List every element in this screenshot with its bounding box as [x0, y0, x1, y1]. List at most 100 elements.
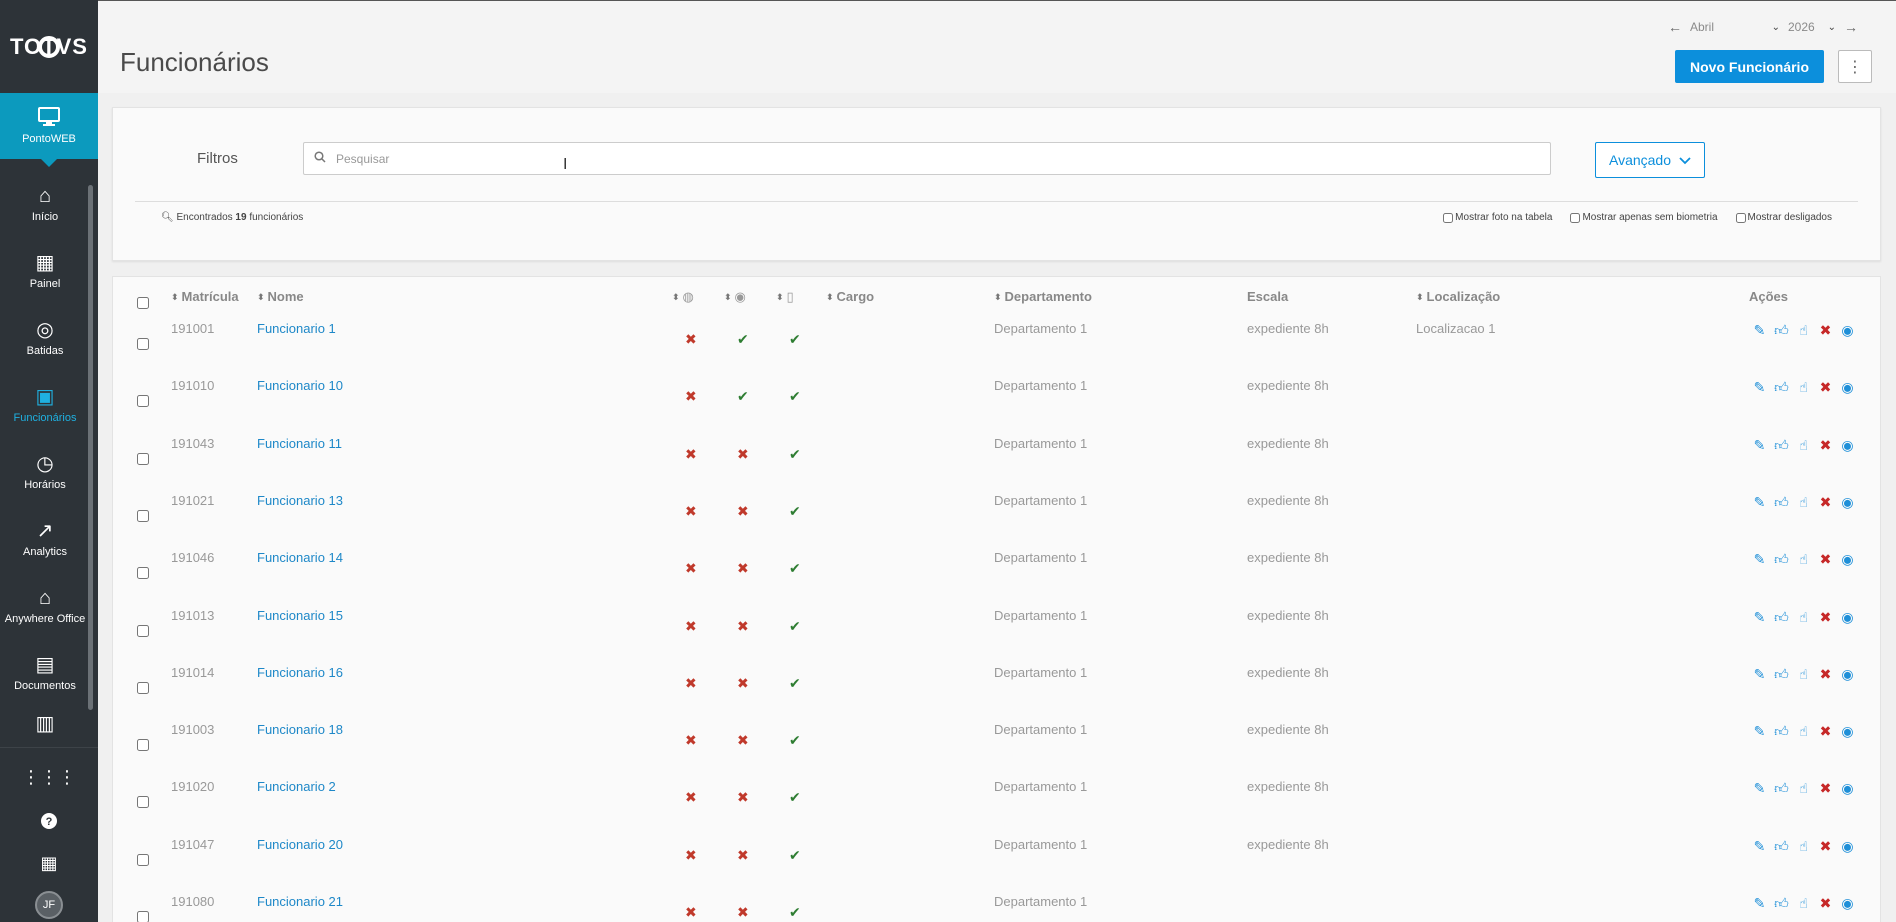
view-eye-icon[interactable]: ◉ [1839, 723, 1856, 740]
edit-pencil-icon[interactable]: ✎ [1751, 609, 1768, 626]
row-checkbox[interactable] [137, 567, 149, 579]
delete-x-icon[interactable]: ✖ [1817, 494, 1834, 511]
table-row[interactable]: 191001 Funcionario 1 ✖ ✔ ✔ Departamento 1 expe… [113, 319, 1882, 376]
table-row[interactable]: 191046 Funcionario 14 ✖ ✖ ✔ Departamento 1 exp… [113, 548, 1882, 605]
cell-nome-link[interactable]: Funcionario 13 [257, 493, 343, 508]
hand-pointer-icon[interactable]: ☝︎ [1795, 666, 1812, 683]
table-row[interactable]: 191043 Funcionario 11 ✖ ✖ ✔ Departamento 1 exp… [113, 434, 1882, 491]
row-checkbox[interactable] [137, 510, 149, 522]
edit-pencil-icon[interactable]: ✎ [1751, 379, 1768, 396]
sidebar-item-analytics[interactable]: ↗ Analytics [0, 505, 90, 572]
table-row[interactable]: 191020 Funcionario 2 ✖ ✖ ✔ Departamento 1 expe… [113, 777, 1882, 834]
sidebar-item-inicio[interactable]: ⌂ Início [0, 170, 90, 237]
totvs-logo[interactable]: TOTVS [0, 0, 98, 93]
sidebar-item-anywhere-office[interactable]: ⌂ Anywhere Office [0, 572, 90, 639]
thumbs-up-icon[interactable]: 👍︎ [1773, 322, 1790, 339]
edit-pencil-icon[interactable]: ✎ [1751, 494, 1768, 511]
delete-x-icon[interactable]: ✖ [1817, 609, 1834, 626]
hand-pointer-icon[interactable]: ☝︎ [1795, 838, 1812, 855]
column-header-web[interactable]: ⬍ ◉ [724, 289, 746, 305]
column-header-cargo[interactable]: ⬍ Cargo [826, 289, 874, 304]
cell-nome-link[interactable]: Funcionario 1 [257, 321, 336, 336]
hand-pointer-icon[interactable]: ☝︎ [1795, 322, 1812, 339]
show-photo-option[interactable]: Mostrar foto na tabela [1443, 212, 1552, 223]
edit-pencil-icon[interactable]: ✎ [1751, 322, 1768, 339]
column-header-departamento[interactable]: ⬍ Departamento [994, 289, 1092, 304]
month-select[interactable]: Abril ⌄ [1690, 20, 1780, 34]
hand-pointer-icon[interactable]: ☝︎ [1795, 494, 1812, 511]
cell-nome-link[interactable]: Funcionario 21 [257, 894, 343, 909]
year-select[interactable]: 2026 ⌄ [1788, 20, 1836, 34]
cell-nome-link[interactable]: Funcionario 10 [257, 378, 343, 393]
row-checkbox[interactable] [137, 395, 149, 407]
thumbs-up-icon[interactable]: 👍︎ [1773, 666, 1790, 683]
view-eye-icon[interactable]: ◉ [1839, 838, 1856, 855]
edit-pencil-icon[interactable]: ✎ [1751, 895, 1768, 912]
cell-nome-link[interactable]: Funcionario 20 [257, 837, 343, 852]
row-checkbox[interactable] [137, 854, 149, 866]
select-all-checkbox[interactable] [137, 297, 149, 309]
row-checkbox[interactable] [137, 625, 149, 637]
thumbs-up-icon[interactable]: 👍︎ [1773, 551, 1790, 568]
view-eye-icon[interactable]: ◉ [1839, 780, 1856, 797]
hand-pointer-icon[interactable]: ☝︎ [1795, 780, 1812, 797]
thumbs-up-icon[interactable]: 👍︎ [1773, 838, 1790, 855]
table-row[interactable]: 191013 Funcionario 15 ✖ ✖ ✔ Departamento 1 exp… [113, 606, 1882, 663]
sidebar-item-funcionarios[interactable]: ▣ Funcionários [0, 371, 90, 438]
thumbs-up-icon[interactable]: 👍︎ [1773, 379, 1790, 396]
delete-x-icon[interactable]: ✖ [1817, 838, 1834, 855]
hand-pointer-icon[interactable]: ☝︎ [1795, 723, 1812, 740]
row-checkbox[interactable] [137, 453, 149, 465]
sidebar-item-more[interactable]: ▥ [0, 706, 90, 746]
edit-pencil-icon[interactable]: ✎ [1751, 551, 1768, 568]
delete-x-icon[interactable]: ✖ [1817, 895, 1834, 912]
thumbs-up-icon[interactable]: 👍︎ [1773, 895, 1790, 912]
delete-x-icon[interactable]: ✖ [1817, 723, 1834, 740]
more-options-button[interactable]: ⋮ [1838, 50, 1872, 83]
row-checkbox[interactable] [137, 796, 149, 808]
edit-pencil-icon[interactable]: ✎ [1751, 838, 1768, 855]
hand-pointer-icon[interactable]: ☝︎ [1795, 895, 1812, 912]
cell-nome-link[interactable]: Funcionario 15 [257, 608, 343, 623]
column-header-mobile[interactable]: ⬍ ▯ [776, 289, 794, 305]
show-dismissed-option[interactable]: Mostrar desligados [1735, 212, 1832, 223]
column-header-biometry[interactable]: ⬍ ◍ [672, 289, 694, 305]
view-eye-icon[interactable]: ◉ [1839, 494, 1856, 511]
row-checkbox[interactable] [137, 911, 149, 922]
apps-grid-icon[interactable]: ⋮⋮⋮ [22, 762, 76, 793]
thumbs-up-icon[interactable]: 👍︎ [1773, 494, 1790, 511]
advanced-filter-button[interactable]: Avançado [1595, 142, 1705, 178]
cell-nome-link[interactable]: Funcionario 18 [257, 722, 343, 737]
module-pontoweb[interactable]: PontoWEB [0, 93, 98, 167]
delete-x-icon[interactable]: ✖ [1817, 551, 1834, 568]
column-header-nome[interactable]: ⬍ Nome [257, 289, 304, 304]
cell-nome-link[interactable]: Funcionario 11 [257, 436, 342, 451]
sidebar-item-painel[interactable]: ▦ Painel [0, 237, 90, 304]
view-eye-icon[interactable]: ◉ [1839, 551, 1856, 568]
row-checkbox[interactable] [137, 338, 149, 350]
column-header-localizacao[interactable]: ⬍ Localização [1416, 289, 1500, 304]
help-icon[interactable]: ? [40, 805, 58, 836]
cell-nome-link[interactable]: Funcionario 2 [257, 779, 336, 794]
sidebar-scrollbar[interactable] [88, 185, 93, 710]
view-eye-icon[interactable]: ◉ [1839, 379, 1856, 396]
hand-pointer-icon[interactable]: ☝︎ [1795, 437, 1812, 454]
avatar[interactable]: JF [35, 891, 63, 919]
delete-x-icon[interactable]: ✖ [1817, 666, 1834, 683]
thumbs-up-icon[interactable]: 👍︎ [1773, 437, 1790, 454]
column-header-matricula[interactable]: ⬍ Matrícula [171, 289, 239, 304]
table-row[interactable]: 191010 Funcionario 10 ✖ ✔ ✔ Departamento 1 exp… [113, 376, 1882, 433]
sidebar-item-documentos[interactable]: ▤ Documentos [0, 639, 90, 706]
thumbs-up-icon[interactable]: 👍︎ [1773, 609, 1790, 626]
table-row[interactable]: 191014 Funcionario 16 ✖ ✖ ✔ Departamento 1 exp… [113, 663, 1882, 720]
thumbs-up-icon[interactable]: 👍︎ [1773, 723, 1790, 740]
view-eye-icon[interactable]: ◉ [1839, 609, 1856, 626]
row-checkbox[interactable] [137, 682, 149, 694]
arrow-right-icon[interactable]: → [1844, 19, 1858, 35]
row-checkbox[interactable] [137, 739, 149, 751]
cell-nome-link[interactable]: Funcionario 16 [257, 665, 343, 680]
arrow-left-icon[interactable]: ← [1668, 19, 1682, 35]
delete-x-icon[interactable]: ✖ [1817, 379, 1834, 396]
hand-pointer-icon[interactable]: ☝︎ [1795, 551, 1812, 568]
thumbs-up-icon[interactable]: 👍︎ [1773, 780, 1790, 797]
